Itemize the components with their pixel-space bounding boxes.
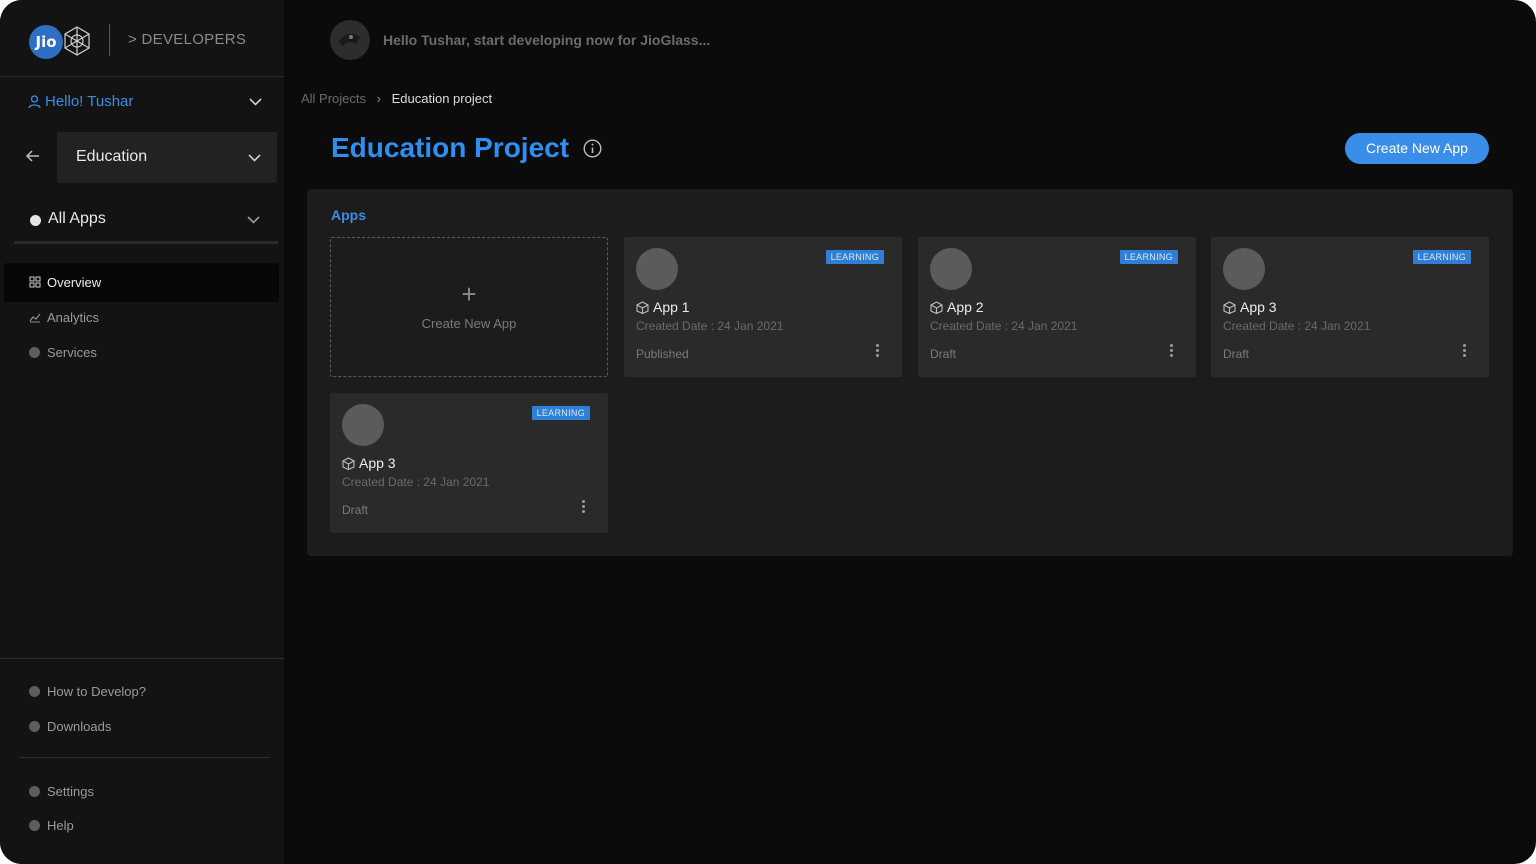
cube-icon bbox=[636, 301, 649, 314]
brand-header: Jio > DEVELOPERS bbox=[0, 0, 284, 77]
sidebar-item-services[interactable]: Services bbox=[4, 333, 279, 372]
category-badge: LEARNING bbox=[531, 406, 590, 420]
user-greeting: Hello! Tushar bbox=[45, 93, 134, 110]
sidebar-item-label: Settings bbox=[47, 784, 94, 799]
back-arrow-icon[interactable] bbox=[25, 149, 41, 163]
welcome-message: Hello Tushar, start developing now for J… bbox=[383, 32, 711, 48]
app-name: App 3 bbox=[1240, 299, 1277, 315]
chevron-down-icon bbox=[248, 154, 261, 162]
settings-icon bbox=[29, 785, 41, 797]
app-created-date: Created Date : 24 Jan 2021 bbox=[1223, 319, 1371, 333]
project-select[interactable]: Education bbox=[57, 132, 277, 183]
chevron-down-icon[interactable] bbox=[249, 98, 262, 106]
brand-divider bbox=[109, 24, 110, 56]
app-avatar bbox=[342, 404, 384, 446]
app-name: App 3 bbox=[359, 455, 396, 471]
create-new-app-card-label: Create New App bbox=[421, 316, 517, 331]
info-icon[interactable] bbox=[583, 139, 602, 158]
avatar-image-icon bbox=[339, 33, 360, 46]
sidebar-item-overview[interactable]: Overview bbox=[4, 263, 279, 302]
app-card[interactable]: LEARNING App 1 Created Date : 24 Jan 202… bbox=[624, 237, 902, 377]
breadcrumb-all-projects[interactable]: All Projects bbox=[301, 91, 366, 106]
create-new-app-card[interactable]: + Create New App bbox=[330, 237, 608, 377]
sidebar-item-label: Help bbox=[47, 818, 74, 833]
analytics-icon bbox=[29, 313, 41, 323]
app-name: App 1 bbox=[653, 299, 690, 315]
app-status: Published bbox=[636, 347, 689, 361]
app-name: App 2 bbox=[947, 299, 984, 315]
app-filter-value: All Apps bbox=[48, 210, 106, 227]
downloads-icon bbox=[29, 720, 41, 732]
cube-icon bbox=[342, 457, 355, 470]
category-badge: LEARNING bbox=[1412, 250, 1471, 264]
help-circle-icon bbox=[29, 685, 41, 697]
user-icon bbox=[28, 95, 41, 109]
more-options-icon[interactable] bbox=[1461, 343, 1467, 359]
sidebar-item-label: Services bbox=[47, 345, 97, 360]
apps-panel: Apps + Create New App LEARNING App 1 Cre… bbox=[307, 189, 1513, 556]
app-card[interactable]: LEARNING App 3 Created Date : 24 Jan 202… bbox=[330, 393, 608, 533]
chevron-right-icon: › bbox=[376, 91, 381, 106]
user-menu[interactable]: Hello! Tushar bbox=[28, 92, 268, 114]
developers-label: > DEVELOPERS bbox=[128, 31, 247, 48]
sidebar: Jio > DEVELOPERS Hello! Tushar Education… bbox=[0, 0, 284, 864]
sidebar-divider bbox=[19, 757, 270, 758]
sidebar-item-label: Analytics bbox=[47, 310, 100, 325]
help-icon bbox=[29, 819, 41, 831]
category-badge: LEARNING bbox=[825, 250, 884, 264]
jio-logo[interactable]: Jio bbox=[29, 25, 63, 59]
sidebar-item-label: Overview bbox=[47, 275, 102, 290]
more-options-icon[interactable] bbox=[1168, 343, 1174, 359]
cube-icon bbox=[930, 301, 943, 314]
app-created-date: Created Date : 24 Jan 2021 bbox=[636, 319, 784, 333]
more-options-icon[interactable] bbox=[580, 499, 586, 515]
more-options-icon[interactable] bbox=[874, 343, 880, 359]
page-title: Education Project bbox=[331, 132, 570, 163]
sidebar-item-how-to-develop[interactable]: How to Develop? bbox=[4, 672, 279, 711]
app-avatar bbox=[930, 248, 972, 290]
status-dot-icon bbox=[30, 215, 41, 226]
app-card[interactable]: LEARNING App 2 Created Date : 24 Jan 202… bbox=[918, 237, 1196, 377]
sidebar-item-analytics[interactable]: Analytics bbox=[4, 298, 279, 337]
app-status: Draft bbox=[1223, 347, 1250, 361]
breadcrumb-current: Education project bbox=[391, 91, 493, 106]
sidebar-item-label: How to Develop? bbox=[47, 684, 146, 699]
app-created-date: Created Date : 24 Jan 2021 bbox=[930, 319, 1078, 333]
category-badge: LEARNING bbox=[1119, 250, 1178, 264]
chevron-down-icon bbox=[247, 216, 260, 224]
sidebar-item-help[interactable]: Help bbox=[4, 806, 279, 845]
services-icon bbox=[29, 346, 41, 358]
sidebar-item-downloads[interactable]: Downloads bbox=[4, 707, 279, 746]
app-window: Jio > DEVELOPERS Hello! Tushar Education… bbox=[0, 0, 1536, 864]
app-status: Draft bbox=[930, 347, 957, 361]
sidebar-divider bbox=[0, 658, 284, 659]
overview-icon bbox=[29, 276, 41, 288]
avatar[interactable] bbox=[330, 20, 370, 60]
project-select-value: Education bbox=[76, 148, 148, 165]
jioglass-logo-icon bbox=[64, 26, 90, 56]
app-card[interactable]: LEARNING App 3 Created Date : 24 Jan 202… bbox=[1211, 237, 1489, 377]
app-filter-select[interactable]: All Apps bbox=[14, 202, 278, 244]
app-status: Draft bbox=[342, 503, 369, 517]
app-avatar bbox=[1223, 248, 1265, 290]
sidebar-item-label: Downloads bbox=[47, 719, 112, 734]
app-created-date: Created Date : 24 Jan 2021 bbox=[342, 475, 490, 489]
cube-icon bbox=[1223, 301, 1236, 314]
apps-section-title: Apps bbox=[331, 207, 366, 223]
app-avatar bbox=[636, 248, 678, 290]
plus-icon: + bbox=[461, 279, 477, 309]
create-new-app-button[interactable]: Create New App bbox=[1345, 133, 1489, 164]
breadcrumb: All Projects › Education project bbox=[301, 91, 492, 106]
